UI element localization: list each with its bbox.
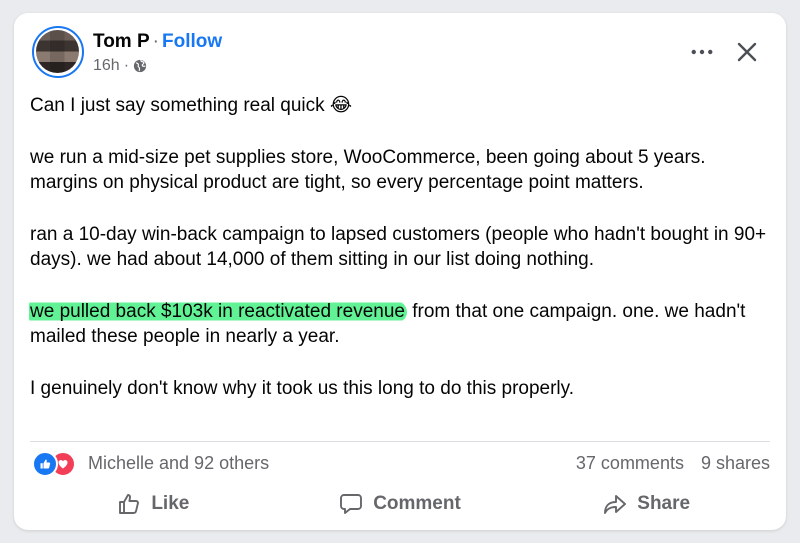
more-options-button[interactable] xyxy=(687,39,717,65)
action-bar: Like Comment Share xyxy=(30,485,770,523)
shares-count[interactable]: 9 shares xyxy=(701,453,770,474)
post-body: Can I just say something real quick 😂 we… xyxy=(29,93,775,427)
avatar-image xyxy=(36,30,79,73)
post-paragraph: Can I just say something real quick 😂 xyxy=(30,95,353,116)
follow-button[interactable]: Follow xyxy=(162,31,222,52)
post-paragraph: ran a 10-day win-back campaign to lapsed… xyxy=(30,223,767,271)
header-separator: · xyxy=(152,31,159,52)
close-icon xyxy=(737,42,757,62)
reaction-icons xyxy=(32,450,80,477)
post-paragraph: I genuinely don't know why it took us th… xyxy=(30,377,575,399)
post-meta: 16h · xyxy=(93,57,147,75)
reactions-text: Michelle and 92 others xyxy=(88,452,270,473)
share-button[interactable]: Share xyxy=(523,485,770,523)
globe-icon[interactable] xyxy=(133,59,147,73)
comment-button[interactable]: Comment xyxy=(277,485,524,523)
like-button[interactable]: Like xyxy=(30,485,277,523)
more-icon xyxy=(691,49,713,55)
like-reaction-icon xyxy=(32,451,58,477)
thumbs-up-icon xyxy=(119,494,140,514)
post-card: Tom P · Follow 16h · Can I just say someth… xyxy=(14,13,786,530)
share-label: Share xyxy=(637,493,691,514)
reactions-summary[interactable]: Michelle and 92 others xyxy=(32,450,270,477)
divider xyxy=(30,441,770,442)
avatar[interactable] xyxy=(32,26,84,78)
like-label: Like xyxy=(151,493,190,514)
comment-icon xyxy=(340,494,363,514)
post-header: Tom P · Follow xyxy=(93,31,222,53)
author-name[interactable]: Tom P xyxy=(93,31,150,52)
comments-count[interactable]: 37 comments xyxy=(576,453,684,474)
post-paragraph: we pulled back $103k in reactivated reve… xyxy=(29,299,775,350)
post-paragraph: we run a mid-size pet supplies store, Wo… xyxy=(30,146,706,194)
close-button[interactable] xyxy=(732,37,762,67)
meta-separator: · xyxy=(123,57,130,74)
post-time[interactable]: 16h xyxy=(93,57,120,75)
highlighted-text: we pulled back $103k in reactivated reve… xyxy=(29,300,407,322)
engagement-counts: 37 comments 9 shares xyxy=(576,453,770,474)
comment-label: Comment xyxy=(373,493,461,514)
share-icon xyxy=(604,495,627,514)
